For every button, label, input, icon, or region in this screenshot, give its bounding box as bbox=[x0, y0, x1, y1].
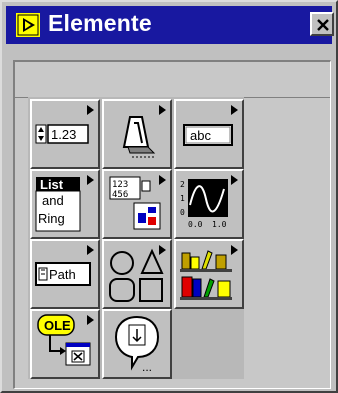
submenu-arrow bbox=[87, 105, 94, 115]
svg-text:123: 123 bbox=[112, 180, 128, 190]
graph-palette-button[interactable]: 2 1 0 0.0 1.0 bbox=[174, 169, 244, 239]
controls-library-palette-button[interactable] bbox=[174, 239, 244, 309]
app-icon bbox=[16, 13, 40, 37]
elements-palette-window: Elemente ✕ 1.23 bbox=[0, 0, 338, 393]
submenu-arrow bbox=[159, 175, 166, 185]
svg-text:List: List bbox=[40, 177, 64, 192]
submenu-arrow bbox=[159, 245, 166, 255]
numeric-palette-button[interactable]: 1.23 bbox=[30, 99, 100, 169]
svg-text:...: ... bbox=[142, 360, 152, 374]
close-button[interactable]: ✕ bbox=[310, 12, 334, 36]
title-bar[interactable]: Elemente ✕ bbox=[6, 6, 334, 44]
svg-text:Ring: Ring bbox=[38, 211, 65, 226]
list-and-ring-palette-button[interactable]: List and Ring bbox=[30, 169, 100, 239]
select-control-icon: ... bbox=[114, 315, 160, 374]
submenu-arrow bbox=[231, 245, 238, 255]
submenu-arrow bbox=[231, 175, 238, 185]
submenu-arrow bbox=[231, 105, 238, 115]
svg-text:456: 456 bbox=[112, 190, 128, 200]
svg-text:1: 1 bbox=[180, 194, 185, 203]
string-palette-button[interactable]: abc bbox=[174, 99, 244, 169]
boolean-palette-button[interactable] bbox=[102, 99, 172, 169]
window-title: Elemente bbox=[48, 10, 152, 36]
palette-grid: 1.23 abc List and Ring 123 456 2 1 0 0.0… bbox=[28, 97, 244, 379]
svg-text:1.23: 1.23 bbox=[51, 127, 76, 142]
close-icon bbox=[317, 19, 329, 31]
svg-text:1.0: 1.0 bbox=[212, 220, 227, 229]
path-palette-button[interactable]: Path bbox=[30, 239, 100, 309]
svg-text:0: 0 bbox=[180, 208, 185, 217]
select-control-palette-button[interactable]: ... bbox=[102, 309, 172, 379]
svg-text:0.0: 0.0 bbox=[188, 220, 203, 229]
svg-text:Path: Path bbox=[49, 267, 76, 282]
activex-ole-palette-button[interactable]: OLE bbox=[30, 309, 100, 379]
svg-text:abc: abc bbox=[190, 128, 211, 143]
array-cluster-palette-button[interactable]: 123 456 bbox=[102, 169, 172, 239]
submenu-arrow bbox=[87, 315, 94, 325]
submenu-arrow bbox=[87, 245, 94, 255]
submenu-arrow bbox=[87, 175, 94, 185]
submenu-arrow bbox=[159, 105, 166, 115]
svg-text:and: and bbox=[42, 193, 64, 208]
decorations-palette-button[interactable] bbox=[102, 239, 172, 309]
svg-text:OLE: OLE bbox=[44, 318, 71, 333]
svg-text:2: 2 bbox=[180, 180, 185, 189]
